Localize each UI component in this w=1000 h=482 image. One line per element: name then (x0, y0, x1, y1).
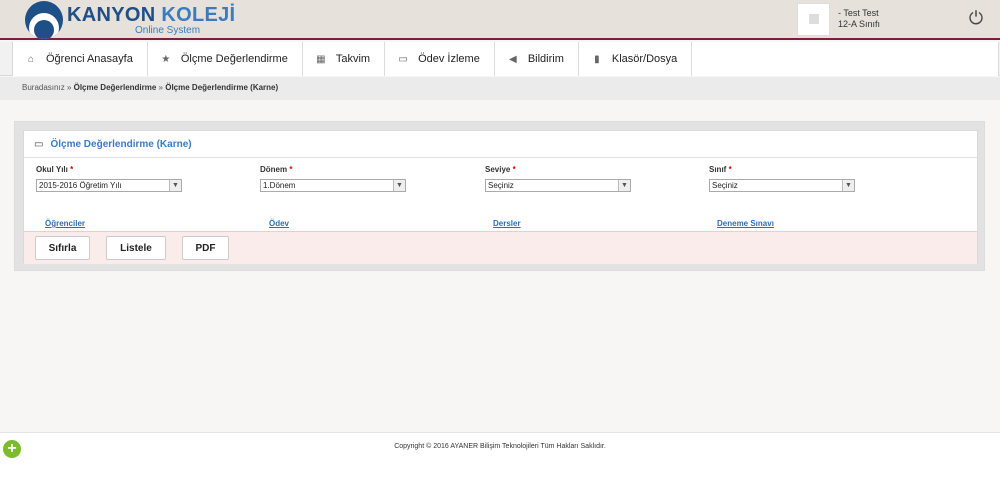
breadcrumb-separator: » (158, 83, 163, 92)
nav-item-label: Öğrenci Anasayfa (46, 53, 133, 65)
chevron-down-icon: ▼ (393, 180, 405, 191)
calendar-icon: ▦ (316, 53, 326, 65)
user-placeholder-icon (808, 14, 819, 24)
level-select[interactable]: Seçiniz ▼ (485, 179, 631, 192)
breadcrumb-prefix: Buradasınız » (22, 83, 72, 92)
nav-item-assessment[interactable]: ★ Ölçme Değerlendirme (148, 42, 303, 76)
class-label: Sınıf * (709, 165, 732, 174)
home-icon: ⌂ (27, 53, 35, 65)
list-button[interactable]: Listele (106, 236, 166, 260)
main-navigation: ⌂ Öğrenci Anasayfa ★ Ölçme Değerlendirme… (0, 42, 1000, 76)
nav-item-calendar[interactable]: ▦ Takvim (303, 42, 386, 76)
page-title: Ölçme Değerlendirme (Karne) (50, 138, 192, 150)
panel-header: ▭ Ölçme Değerlendirme (Karne) (24, 131, 977, 158)
monitor-icon: ▭ (398, 53, 408, 65)
reset-button[interactable]: Sıfırla (35, 236, 90, 260)
homework-link[interactable]: Ödev (269, 219, 289, 228)
students-link[interactable]: Öğrenciler (45, 219, 85, 228)
megaphone-icon: ◀ (508, 53, 517, 65)
user-menu[interactable]: - Test Test 12-A Sınıfı (797, 2, 880, 36)
chevron-down-icon: ▼ (842, 180, 854, 191)
school-year-label: Okul Yılı * (36, 165, 74, 174)
nav-item-homework-tracking[interactable]: ▭ Ödev İzleme (385, 42, 495, 76)
trial-exam-link[interactable]: Deneme Sınavı (717, 219, 774, 228)
nav-item-label: Bildirim (527, 53, 564, 65)
logo-title: KANYON KOLEJİ (67, 3, 236, 26)
logo-emblem-icon (25, 1, 63, 39)
user-class: 12-A Sınıfı (838, 19, 881, 29)
footer: + Copyright © 2016 AYANER Bilişim Teknol… (0, 432, 1000, 482)
pdf-button[interactable]: PDF (182, 236, 229, 260)
nav-item-label: Klasör/Dosya (611, 53, 678, 65)
copyright-text: Copyright © 2016 AYANER Bilişim Teknoloj… (394, 443, 606, 450)
avatar (797, 2, 830, 36)
chevron-down-icon: ▼ (618, 180, 630, 191)
class-field: Sınıf * Seçiniz ▼ (709, 165, 855, 192)
school-year-field: Okul Yılı * 2015-2016 Öğretim Yılı ▼ (36, 165, 182, 192)
breadcrumb-item-assessment[interactable]: Ölçme Değerlendirme (74, 83, 157, 92)
nav-item-folders[interactable]: ▮ Klasör/Dosya (579, 42, 693, 76)
top-header: KANYON KOLEJİ Online System - Test Test … (0, 0, 1000, 40)
term-field: Dönem * 1.Dönem ▼ (260, 165, 406, 192)
star-icon: ★ (161, 53, 171, 65)
nav-item-notifications[interactable]: ◀ Bildirim (495, 42, 579, 76)
breadcrumb: Buradasınız » Ölçme Değerlendirme » Ölçm… (0, 77, 1000, 100)
action-bar: Sıfırla Listele PDF (24, 231, 977, 264)
school-logo[interactable]: KANYON KOLEJİ Online System (25, 1, 235, 39)
nav-item-label: Takvim (335, 53, 371, 65)
nav-item-home[interactable]: ⌂ Öğrenci Anasayfa (13, 42, 148, 76)
monitor-icon: ▭ (34, 138, 44, 150)
term-label: Dönem * (260, 165, 293, 174)
chevron-down-icon: ▼ (169, 180, 181, 191)
user-name: - Test Test (838, 8, 879, 18)
report-card-panel: ▭ Ölçme Değerlendirme (Karne) Okul Yılı … (23, 130, 978, 264)
folder-icon: ▮ (594, 53, 600, 65)
nav-item-label: Ölçme Değerlendirme (180, 53, 288, 65)
school-year-select[interactable]: 2015-2016 Öğretim Yılı ▼ (36, 179, 182, 192)
nav-spacer (692, 42, 999, 76)
lessons-link[interactable]: Dersler (493, 219, 521, 228)
class-select[interactable]: Seçiniz ▼ (709, 179, 855, 192)
level-field: Seviye * Seçiniz ▼ (485, 165, 631, 192)
logo-subtitle: Online System (135, 24, 201, 36)
term-select[interactable]: 1.Dönem ▼ (260, 179, 406, 192)
filter-form: Okul Yılı * 2015-2016 Öğretim Yılı ▼ Dön… (36, 165, 966, 205)
nav-item-label: Ödev İzleme (418, 53, 480, 65)
breadcrumb-item-current: Ölçme Değerlendirme (Karne) (165, 83, 279, 92)
power-icon[interactable]: ⏻ (967, 9, 985, 27)
content-area: ▭ Ölçme Değerlendirme (Karne) Okul Yılı … (14, 121, 985, 271)
level-label: Seviye * (485, 165, 516, 174)
